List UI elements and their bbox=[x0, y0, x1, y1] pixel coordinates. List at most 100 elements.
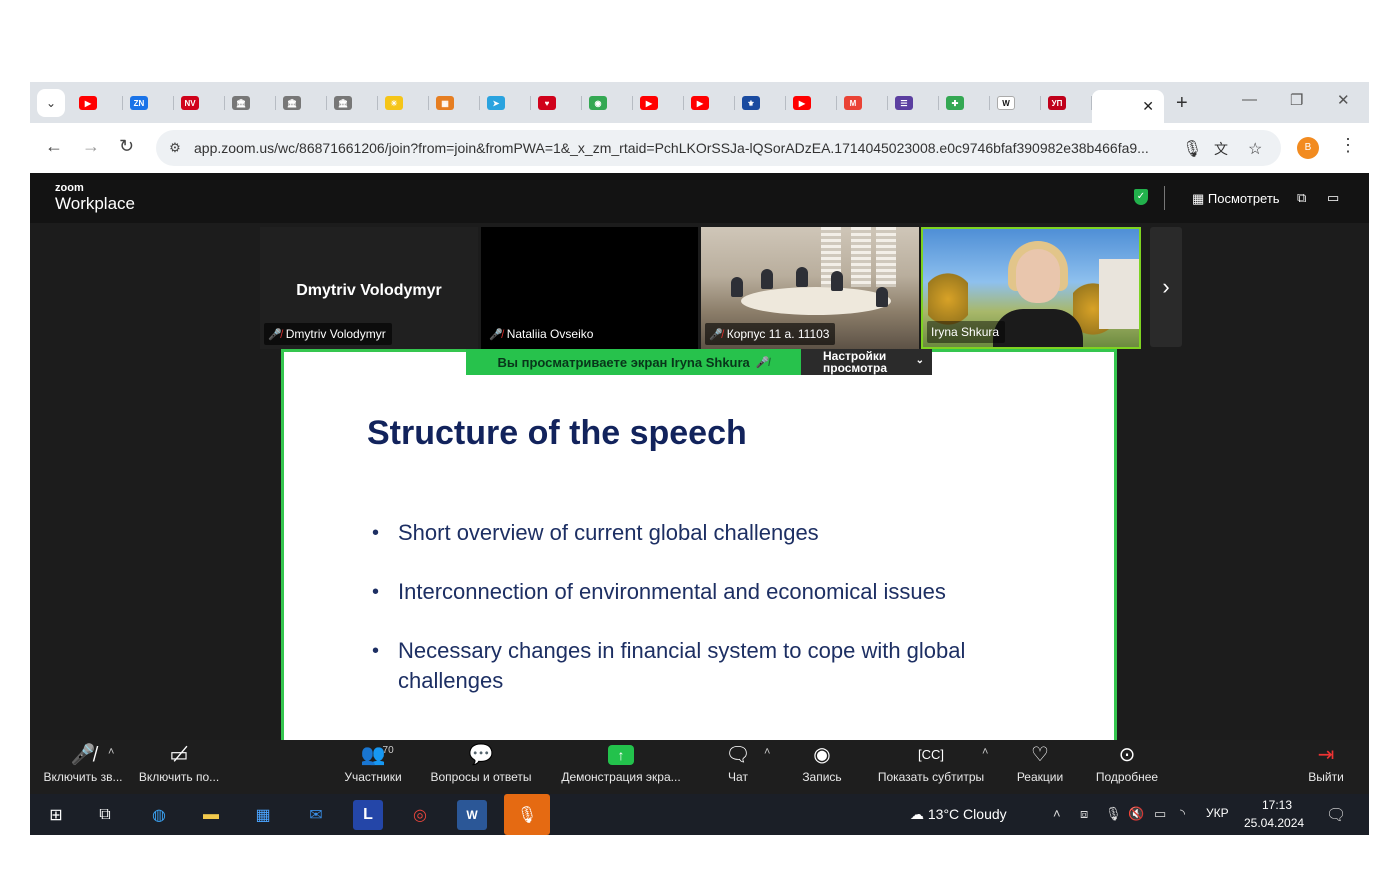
file-explorer-icon[interactable]: ▬ bbox=[196, 800, 226, 830]
security-shield-icon[interactable]: ✓ bbox=[1134, 189, 1148, 205]
browser-tab[interactable]: 🏛 bbox=[225, 90, 276, 116]
caret-up-icon[interactable]: ˄ bbox=[764, 746, 770, 758]
more-button[interactable]: ⊙ Подробнее bbox=[1090, 740, 1164, 794]
minimize-icon[interactable]: — bbox=[1242, 91, 1257, 108]
picture-in-picture-icon[interactable]: ⧉ bbox=[1297, 190, 1306, 206]
browser-tab[interactable]: ▶ bbox=[633, 90, 684, 116]
chat-button[interactable]: 🗨 Чат bbox=[720, 740, 756, 794]
reactions-button[interactable]: ♡ Реакции bbox=[1012, 740, 1068, 794]
participant-tile-nataliia[interactable]: 🎤̸ Nataliia Ovseiko bbox=[481, 227, 698, 349]
translate-icon[interactable]: 文 bbox=[1214, 139, 1228, 159]
browser-tab[interactable]: ☰ bbox=[888, 90, 939, 116]
browser-tab[interactable]: ▶ bbox=[72, 90, 123, 116]
menu-dots-icon[interactable]: ⋮ bbox=[1339, 135, 1357, 156]
record-button[interactable]: ◉ Запись bbox=[795, 740, 849, 794]
weather-widget[interactable]: ☁ 13°C Cloudy bbox=[910, 806, 1007, 823]
windows-start-icon[interactable]: ⊞ bbox=[41, 800, 71, 830]
qa-button[interactable]: 💬 Вопросы и ответы bbox=[426, 740, 536, 794]
word-icon[interactable]: W bbox=[457, 800, 487, 830]
view-settings-button[interactable]: Настройки просмотра ⌄ bbox=[801, 349, 932, 375]
mic-muted-icon: 🎤̸ bbox=[709, 328, 723, 341]
captions-button[interactable]: [CC] Показать субтитры bbox=[874, 740, 988, 794]
microphone-icon[interactable]: 🎙 bbox=[1182, 139, 1202, 159]
browser-tab[interactable]: ☀ bbox=[378, 90, 429, 116]
browser-tab[interactable]: W bbox=[990, 90, 1041, 116]
browser-tab[interactable]: ▦ bbox=[429, 90, 480, 116]
zoom-app-icon[interactable]: 🎙 bbox=[504, 794, 550, 835]
microphone-icon[interactable]: 🎙 bbox=[1105, 806, 1122, 822]
profile-avatar[interactable]: B bbox=[1297, 137, 1319, 159]
url-text[interactable]: app.zoom.us/wc/86871661206/join?from=joi… bbox=[194, 140, 1184, 156]
mic-muted-icon: 🎤̸ bbox=[755, 356, 770, 369]
participant-label: Iryna Shkura bbox=[927, 321, 1006, 343]
launcher-l-icon[interactable]: L bbox=[353, 800, 383, 830]
browser-tab[interactable]: УП bbox=[1041, 90, 1092, 116]
leave-button[interactable]: ⇥ Выйти bbox=[1306, 740, 1346, 794]
sun-icon: ☀ bbox=[385, 96, 403, 110]
browser-tab[interactable]: 🏛 bbox=[276, 90, 327, 116]
site-info-icon[interactable]: ⚙ bbox=[165, 138, 185, 158]
speaker-body bbox=[993, 309, 1083, 347]
new-tab-button[interactable]: + bbox=[1176, 92, 1188, 115]
caret-up-icon[interactable]: ˄ bbox=[982, 746, 988, 758]
reload-icon[interactable]: ↻ bbox=[119, 136, 134, 157]
browser-tab[interactable]: ▶ bbox=[684, 90, 735, 116]
chrome-icon[interactable]: ◎ bbox=[405, 800, 435, 830]
gov-building-icon: 🏛 bbox=[283, 96, 301, 110]
view-button[interactable]: ▦ Посмотреть bbox=[1192, 191, 1280, 207]
participants-button[interactable]: 👥 70 Участники bbox=[338, 740, 408, 794]
nv-icon: NV bbox=[181, 96, 199, 110]
meet-now-icon[interactable]: ⧈ bbox=[1080, 806, 1088, 822]
browser-tab[interactable]: ➤ bbox=[480, 90, 531, 116]
next-page-button[interactable]: › bbox=[1150, 227, 1182, 347]
browser-tab[interactable]: ♥ bbox=[531, 90, 582, 116]
qa-icon: 💬 bbox=[468, 744, 494, 766]
wifi-icon[interactable]: ◝ bbox=[1180, 806, 1185, 822]
participant-tile-iryna[interactable]: Iryna Shkura bbox=[921, 227, 1141, 349]
browser-tab[interactable]: ◉ bbox=[582, 90, 633, 116]
start-video-label: Включить по... bbox=[138, 770, 220, 784]
start-video-button[interactable]: ▭̸ Включить по... bbox=[134, 740, 224, 794]
mic-muted-icon: 🎤̸ bbox=[268, 328, 282, 341]
close-tab-icon[interactable]: ✕ bbox=[1142, 98, 1154, 115]
forward-arrow-icon[interactable]: → bbox=[82, 136, 100, 157]
caret-up-icon[interactable]: ˄ bbox=[108, 746, 114, 758]
participant-tile-room[interactable]: 🎤̸ Корпус 11 а. 11103 bbox=[701, 227, 919, 349]
share-banner: Вы просматриваете экран Iryna Shkura 🎤̸ bbox=[466, 349, 801, 375]
youtube-icon: ▶ bbox=[793, 96, 811, 110]
participants-icon: 👥 70 bbox=[361, 740, 394, 770]
browser-tab[interactable]: ✚ bbox=[939, 90, 990, 116]
notifications-icon[interactable]: 🗨 bbox=[1326, 805, 1346, 825]
browser-tab[interactable]: 🏛 bbox=[327, 90, 378, 116]
room-window bbox=[876, 227, 896, 287]
task-view-icon[interactable]: ⧉ bbox=[90, 800, 120, 830]
speaker-muted-icon[interactable]: 🔇 bbox=[1128, 806, 1144, 822]
full-screen-icon[interactable]: ▭ bbox=[1327, 190, 1339, 206]
browser-tab[interactable]: ▶ bbox=[786, 90, 837, 116]
close-window-icon[interactable]: ✕ bbox=[1337, 91, 1350, 109]
participant-tile-dmytriv[interactable]: Dmytriv Volodymyr 🎤̸ Dmytriv Volodymyr bbox=[260, 227, 478, 349]
chevron-up-icon[interactable]: ˄ bbox=[1053, 806, 1061, 821]
header-divider bbox=[1164, 186, 1165, 210]
omnibox[interactable]: ⚙ app.zoom.us/wc/86871661206/join?from=j… bbox=[156, 130, 1281, 166]
browser-tab[interactable]: NV bbox=[174, 90, 225, 116]
mail-icon[interactable]: ✉ bbox=[301, 800, 331, 830]
browser-tab-active[interactable]: ✕ bbox=[1092, 89, 1164, 124]
tab-search-button[interactable]: ⌄ bbox=[37, 89, 65, 117]
clock-time[interactable]: 17:13 bbox=[1262, 798, 1292, 812]
browser-tab[interactable]: ⚜ bbox=[735, 90, 786, 116]
restore-icon[interactable]: ❐ bbox=[1290, 91, 1303, 109]
zoom-toolbar: 🎤̸ Включить зв... ˄ ▭̸ Включить по... 👥 7… bbox=[30, 740, 1369, 794]
room-person bbox=[796, 267, 808, 287]
edge-browser-icon[interactable]: ◍ bbox=[144, 800, 174, 830]
participant-label-text: Nataliia Ovseiko bbox=[506, 327, 594, 341]
bookmark-star-icon[interactable]: ☆ bbox=[1248, 139, 1262, 159]
share-screen-button[interactable]: ↑ Демонстрация экра... bbox=[556, 740, 686, 794]
store-icon[interactable]: ▦ bbox=[248, 800, 278, 830]
battery-icon[interactable]: ▭ bbox=[1154, 806, 1166, 822]
language-indicator[interactable]: УКР bbox=[1206, 806, 1229, 820]
browser-tab[interactable]: M bbox=[837, 90, 888, 116]
clock-date[interactable]: 25.04.2024 bbox=[1244, 816, 1304, 830]
back-arrow-icon[interactable]: ← bbox=[45, 136, 63, 157]
browser-tab[interactable]: ZN bbox=[123, 90, 174, 116]
